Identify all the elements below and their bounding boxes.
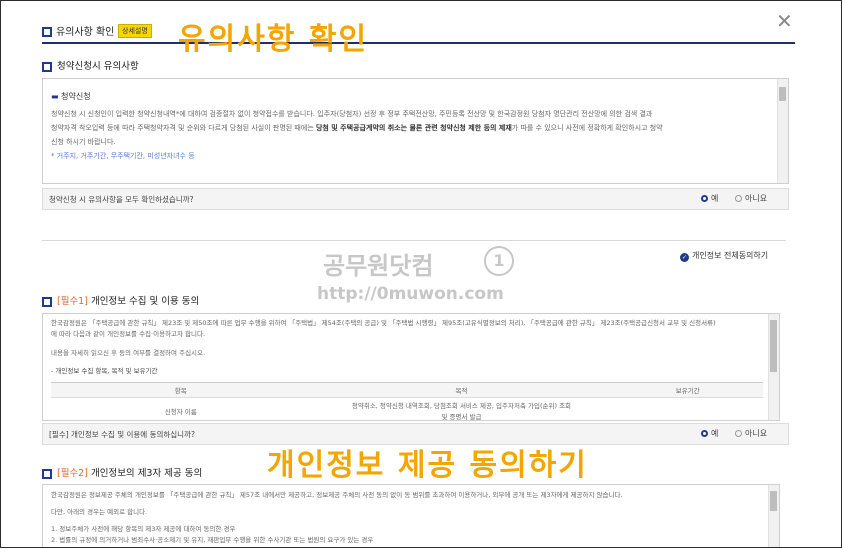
modal-title: 유의사항 확인: [42, 23, 114, 38]
square-bullet-icon: [42, 296, 52, 307]
consent1-scroll-box[interactable]: 한국감정원은 「주택공급에 관한 규칙」 제23조 및 제50조에 따른 업무 …: [42, 313, 780, 427]
radio-no[interactable]: 아니요: [735, 428, 767, 439]
overlay-caption-notice: 유의사항 확인: [178, 22, 369, 57]
divider: [42, 240, 786, 241]
consent1-text: 한국감정원은 「주택공급에 관한 규칙」 제23조 및 제50조에 따른 업무 …: [51, 319, 716, 375]
section-title-consent1: [필수1] 개인정보 수집 및 이용 동의: [42, 293, 199, 307]
radio-yes[interactable]: 예: [701, 193, 718, 204]
modal-header: 유의사항 확인 상세설명: [42, 20, 795, 44]
check-circle-icon: ✓: [680, 253, 689, 262]
square-bullet-icon: [42, 27, 52, 37]
section-title-consent2: [필수2] 개인정보의 제3자 제공 동의: [42, 465, 202, 479]
watermark-badge: 1: [484, 246, 514, 276]
notice-paragraph: 청약신청 시 신청인이 입력한 청약신청내역*에 대하여 검증절차 없이 청약접…: [51, 110, 663, 160]
consent2-text: 한국감정원은 정보제공 주체의 개인정보를 「주택공급에 관한 규칙」 제57조…: [51, 491, 623, 544]
consent1-table: 항목 목적 보유기간 신청자 이름 청약취소, 청약신청 내역조회, 당첨조회 …: [51, 382, 763, 427]
scrollbar[interactable]: [768, 314, 779, 420]
scrollbar[interactable]: [768, 485, 779, 547]
scrollbar[interactable]: [777, 79, 788, 183]
close-icon[interactable]: ✕: [776, 11, 793, 31]
notice-scroll-box[interactable]: ▬ 청약신청 청약신청 시 신청인이 입력한 청약신청내역*에 대하여 검증절차…: [42, 78, 789, 184]
section-title-notice: 청약신청시 유의사항: [42, 58, 139, 72]
watermark-url: http://0muwon.com: [317, 284, 504, 304]
radio-yes[interactable]: 예: [701, 428, 718, 439]
agree-all-checkbox[interactable]: ✓ 개인정보 전체동의하기: [680, 250, 768, 262]
question-bar-notice: 청약신청 시 유의사항을 모두 확인하셨습니까? 예 아니요: [42, 188, 789, 210]
subheading: ▬ 청약신청: [51, 92, 91, 101]
square-bullet-icon: [42, 468, 52, 479]
overlay-caption-consent: 개인정보 제공 동의하기: [267, 448, 588, 483]
consent2-scroll-box[interactable]: 한국감정원은 정보제공 주체의 개인정보를 「주택공급에 관한 규칙」 제57조…: [42, 484, 780, 547]
square-bullet-icon: [42, 61, 52, 72]
radio-no[interactable]: 아니요: [735, 193, 767, 204]
watermark-text: 공무원닷컴: [323, 252, 434, 280]
detail-badge[interactable]: 상세설명: [118, 24, 152, 38]
